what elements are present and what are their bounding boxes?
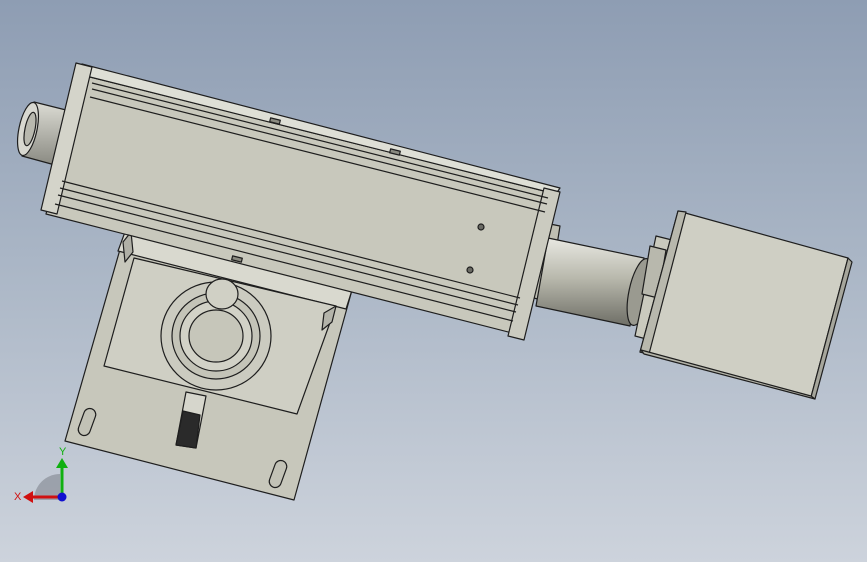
graphics-viewport[interactable]: Y X [0, 0, 867, 562]
screw-hole [477, 223, 485, 231]
y-axis-label: Y [59, 446, 67, 458]
model-scene[interactable]: Y X [0, 0, 867, 562]
motor-housing[interactable] [639, 210, 853, 400]
view-orientation-triad[interactable]: Y X [14, 446, 68, 503]
x-axis-label: X [14, 491, 22, 503]
bearing-hub [205, 278, 239, 310]
screw-hole [466, 266, 474, 274]
